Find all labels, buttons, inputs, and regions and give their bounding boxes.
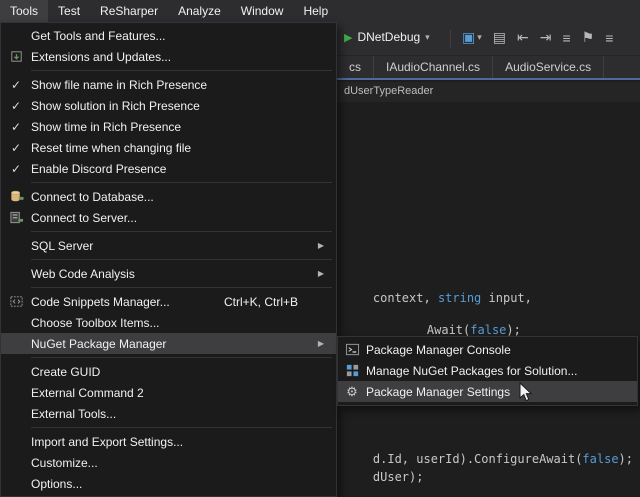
menu-separator xyxy=(31,182,332,183)
menu-item-label: Show solution in Rich Presence xyxy=(31,99,200,113)
tab-partial[interactable]: cs xyxy=(337,56,374,78)
menu-item-sql-server[interactable]: SQL Server ▶ xyxy=(1,235,336,256)
menu-item-label: Choose Toolbox Items... xyxy=(31,316,160,330)
menubar-item-test[interactable]: Test xyxy=(48,0,90,22)
menu-item-shortcut: Ctrl+K, Ctrl+B xyxy=(224,295,330,309)
bookmark-icon[interactable]: ⚑ xyxy=(582,29,595,46)
menu-item-label: Code Snippets Manager... xyxy=(31,295,170,309)
menu-item-label: NuGet Package Manager xyxy=(31,337,166,351)
menu-separator xyxy=(31,427,332,428)
tools-menu: Get Tools and Features... Extensions and… xyxy=(0,22,337,497)
menu-item-label: Options... xyxy=(31,477,82,491)
menu-item-external-command-2[interactable]: External Command 2 xyxy=(1,382,336,403)
menu-item-extensions-and-updates[interactable]: Extensions and Updates... xyxy=(1,46,336,67)
menu-item-external-tools[interactable]: External Tools... xyxy=(1,403,336,424)
outline-lines-icon[interactable]: ≡ xyxy=(605,30,613,46)
menubar-item-analyze[interactable]: Analyze xyxy=(168,0,231,22)
menu-item-label: Enable Discord Presence xyxy=(31,162,166,176)
documents-icon[interactable]: ▤ xyxy=(493,29,506,46)
menu-item-label: Show file name in Rich Presence xyxy=(31,78,207,92)
console-icon xyxy=(345,342,360,357)
submenu-arrow-icon: ▶ xyxy=(318,241,330,250)
menu-separator xyxy=(31,259,332,260)
menu-item-import-export-settings[interactable]: Import and Export Settings... xyxy=(1,431,336,452)
menu-item-label: Package Manager Console xyxy=(366,343,511,357)
checkmark-icon: ✓ xyxy=(11,141,21,155)
menu-item-enable-discord-presence[interactable]: ✓ Enable Discord Presence xyxy=(1,158,336,179)
menu-item-label: Get Tools and Features... xyxy=(31,29,166,43)
decrease-indent-icon[interactable]: ⇤ xyxy=(517,29,529,46)
menu-item-label: Manage NuGet Packages for Solution... xyxy=(366,364,577,378)
run-play-icon: ▶ xyxy=(344,31,352,44)
nuget-submenu: Package Manager Console Manage NuGet Pac… xyxy=(337,336,638,406)
menu-item-code-snippets-manager[interactable]: Code Snippets Manager... Ctrl+K, Ctrl+B xyxy=(1,291,336,312)
menubar-item-window[interactable]: Window xyxy=(231,0,294,22)
line-list-icon[interactable]: ≡ xyxy=(562,30,570,46)
debug-windows-glyph: ▣ xyxy=(462,29,475,46)
menu-item-label: Reset time when changing file xyxy=(31,141,191,155)
breadcrumb[interactable]: dUserTypeReader xyxy=(344,85,433,97)
menu-item-package-manager-console[interactable]: Package Manager Console xyxy=(338,339,637,360)
server-icon xyxy=(9,210,24,225)
menu-item-reset-time-changing-file[interactable]: ✓ Reset time when changing file xyxy=(1,137,336,158)
submenu-arrow-icon: ▶ xyxy=(318,339,330,348)
menu-item-options[interactable]: Options... xyxy=(1,473,336,494)
menu-item-package-manager-settings[interactable]: ⚙ Package Manager Settings xyxy=(338,381,637,402)
run-debug-button[interactable]: ▶ DNetDebug ▾ xyxy=(344,30,430,44)
database-icon xyxy=(9,189,24,204)
menu-item-label: Show time in Rich Presence xyxy=(31,120,181,134)
menu-item-label: Connect to Database... xyxy=(31,190,154,204)
manage-packages-icon xyxy=(345,363,360,378)
menu-item-label: Web Code Analysis xyxy=(31,267,135,281)
menu-item-get-tools-and-features[interactable]: Get Tools and Features... xyxy=(1,25,336,46)
submenu-arrow-icon: ▶ xyxy=(318,269,330,278)
code-line: se); xyxy=(344,483,402,497)
menu-item-label: Create GUID xyxy=(31,365,100,379)
menu-separator xyxy=(31,70,332,71)
chevron-down-icon: ▾ xyxy=(477,32,482,43)
menu-item-label: Customize... xyxy=(31,456,98,470)
menu-item-label: SQL Server xyxy=(31,239,93,253)
menu-separator xyxy=(31,357,332,358)
menu-item-label: Import and Export Settings... xyxy=(31,435,183,449)
menu-item-label: Connect to Server... xyxy=(31,211,137,225)
menu-item-label: Extensions and Updates... xyxy=(31,50,171,64)
menu-item-nuget-package-manager[interactable]: NuGet Package Manager ▶ xyxy=(1,333,336,354)
menu-item-choose-toolbox-items[interactable]: Choose Toolbox Items... xyxy=(1,312,336,333)
checkmark-icon: ✓ xyxy=(11,162,21,176)
code-snippets-icon xyxy=(9,294,24,309)
checkmark-icon: ✓ xyxy=(11,99,21,113)
menu-item-connect-to-server[interactable]: Connect to Server... xyxy=(1,207,336,228)
extensions-icon xyxy=(9,49,24,64)
menubar: Tools Test ReSharper Analyze Window Help xyxy=(0,0,640,22)
menu-item-show-solution-rich-presence[interactable]: ✓ Show solution in Rich Presence xyxy=(1,95,336,116)
menu-item-manage-nuget-packages-solution[interactable]: Manage NuGet Packages for Solution... xyxy=(338,360,637,381)
menubar-item-tools[interactable]: Tools xyxy=(0,0,48,22)
visual-studio-window: Tools Test ReSharper Analyze Window Help… xyxy=(0,0,640,497)
menu-item-label: External Command 2 xyxy=(31,386,144,400)
checkmark-icon: ✓ xyxy=(11,78,21,92)
menu-item-create-guid[interactable]: Create GUID xyxy=(1,361,336,382)
menu-item-label: Package Manager Settings xyxy=(366,385,510,399)
toolbar-separator xyxy=(450,30,451,48)
menu-item-label: External Tools... xyxy=(31,407,116,421)
menu-item-show-time-rich-presence[interactable]: ✓ Show time in Rich Presence xyxy=(1,116,336,137)
tab-audioservice[interactable]: AudioService.cs xyxy=(493,56,604,78)
debug-windows-icon[interactable]: ▣ ▾ xyxy=(462,29,482,46)
menubar-item-help[interactable]: Help xyxy=(293,0,338,22)
menu-item-customize[interactable]: Customize... xyxy=(1,452,336,473)
increase-indent-icon[interactable]: ⇥ xyxy=(540,29,552,46)
debug-target-label: DNetDebug xyxy=(357,30,420,44)
menubar-item-resharper[interactable]: ReSharper xyxy=(90,0,168,22)
menu-item-show-file-name-rich-presence[interactable]: ✓ Show file name in Rich Presence xyxy=(1,74,336,95)
checkmark-icon: ✓ xyxy=(11,120,21,134)
chevron-down-icon: ▾ xyxy=(425,32,430,43)
gear-icon: ⚙ xyxy=(346,384,358,400)
menu-item-connect-to-database[interactable]: Connect to Database... xyxy=(1,186,336,207)
menu-separator xyxy=(31,287,332,288)
toolbar-icons: ▣ ▾ ▤ ⇤ ⇥ ≡ ⚑ ≡ xyxy=(462,29,613,46)
menu-separator xyxy=(31,231,332,232)
tab-iaudiochannel[interactable]: IAudioChannel.cs xyxy=(374,56,493,78)
menu-item-web-code-analysis[interactable]: Web Code Analysis ▶ xyxy=(1,263,336,284)
